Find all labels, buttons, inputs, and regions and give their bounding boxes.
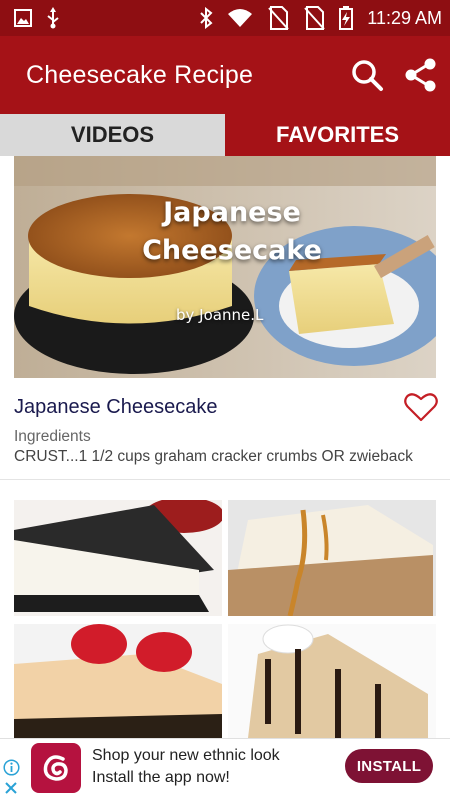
status-right: 11:29 AM — [199, 6, 442, 30]
recipe-description: CRUST...1 1/2 cups graham cracker crumbs… — [14, 448, 413, 465]
tab-bar: VIDEOS FAVORITES — [0, 114, 450, 156]
wifi-icon — [228, 9, 253, 27]
share-icon[interactable] — [402, 57, 438, 93]
hero-overlay-line2: Cheesecake — [142, 235, 322, 266]
ad-text[interactable]: Shop your new ethnic look Install the ap… — [92, 745, 280, 789]
heart-icon[interactable] — [404, 392, 438, 422]
favorites-list[interactable]: Japanese Cheesecake by Joanne.L Japanese… — [0, 156, 450, 738]
status-bar: 11:29 AM — [0, 0, 450, 36]
tab-videos[interactable]: VIDEOS — [0, 114, 225, 156]
recipe-title[interactable]: Japanese Cheesecake — [14, 396, 217, 419]
search-icon[interactable] — [350, 58, 384, 92]
tab-favorites[interactable]: FAVORITES — [225, 114, 450, 156]
oreo-cheesecake-photo — [14, 500, 222, 616]
ad-app-logo[interactable] — [31, 743, 81, 793]
ad-line1: Shop your new ethnic look — [92, 747, 280, 764]
status-left — [14, 7, 60, 29]
battery-charging-icon — [339, 6, 354, 30]
recipe-thumbnail[interactable] — [228, 500, 436, 616]
info-icon[interactable] — [3, 759, 20, 776]
recipe-thumbnail[interactable] — [14, 624, 222, 738]
ad-banner[interactable]: Shop your new ethnic look Install the ap… — [0, 738, 450, 800]
featured-recipe-image[interactable]: Japanese Cheesecake by Joanne.L — [14, 156, 436, 378]
app-bar: Cheesecake Recipe — [0, 36, 450, 114]
no-sim-icon — [304, 6, 326, 30]
app-title: Cheesecake Recipe — [26, 60, 254, 89]
recipe-subtitle: Ingredients — [14, 428, 91, 445]
app-actions — [350, 57, 438, 93]
hero-overlay-title: Japanese Cheesecake — [132, 194, 332, 270]
hero-overlay-line1: Japanese — [163, 197, 301, 228]
chocolate-cheesecake-photo — [228, 624, 436, 738]
strawberry-cheesecake-photo — [14, 624, 222, 738]
divider — [0, 479, 450, 480]
recipe-thumbnail[interactable] — [228, 624, 436, 738]
caramel-cheesecake-photo — [228, 500, 436, 616]
install-button[interactable]: INSTALL — [345, 749, 433, 783]
close-icon[interactable] — [4, 781, 18, 795]
usb-icon — [47, 7, 59, 29]
hero-overlay-byline: by Joanne.L — [176, 306, 264, 324]
recipe-thumbnail[interactable] — [14, 500, 222, 616]
bluetooth-icon — [200, 7, 213, 29]
ad-logo-icon — [43, 755, 68, 781]
no-sim-icon — [268, 6, 290, 30]
ad-line2: Install the app now! — [92, 769, 230, 786]
image-icon — [14, 9, 32, 27]
status-time: 11:29 AM — [367, 7, 442, 28]
